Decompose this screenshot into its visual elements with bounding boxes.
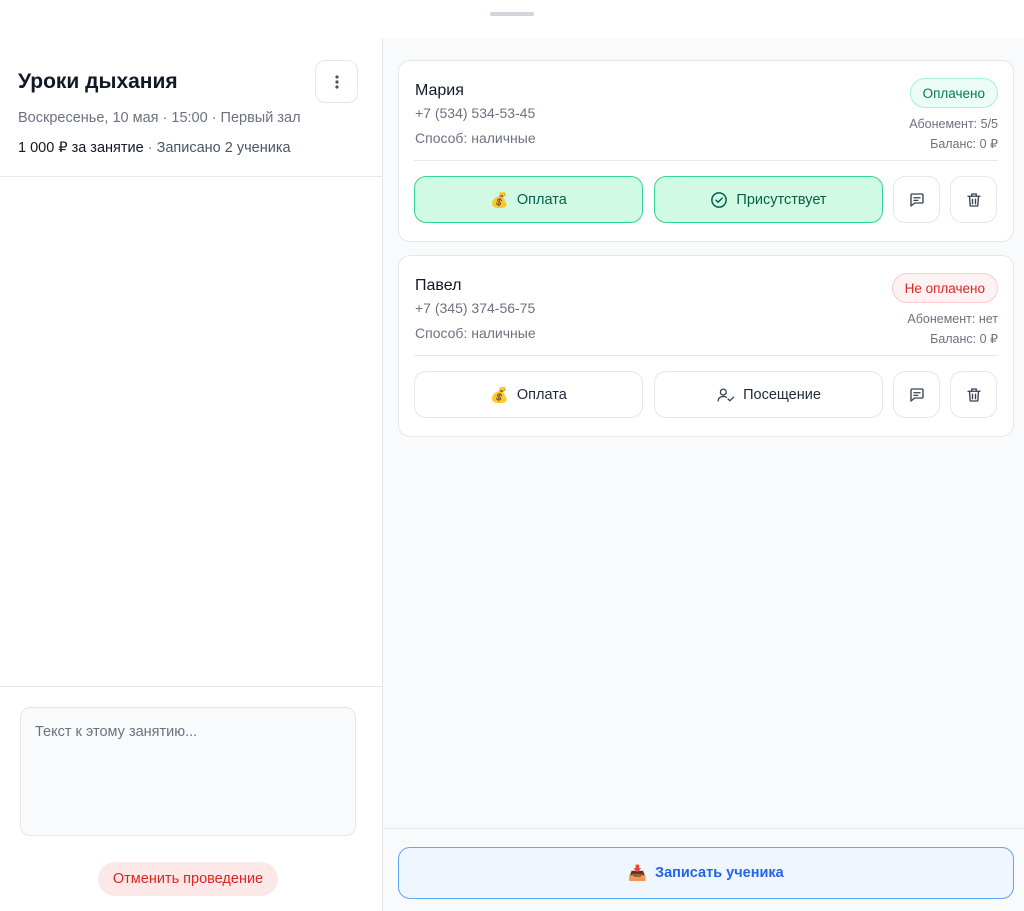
check-circle-icon <box>711 191 728 208</box>
enroll-student-label: Записать ученика <box>654 865 784 881</box>
lesson-price: 1 000 ₽ за занятие <box>18 140 144 156</box>
delete-button[interactable] <box>950 371 997 418</box>
more-options-button[interactable] <box>315 60 358 103</box>
balance-info: Баланс: 0 ₽ <box>930 137 998 151</box>
subscription-info: Абонемент: нет <box>907 312 998 326</box>
comment-button[interactable] <box>893 371 940 418</box>
subscription-info: Абонемент: 5/5 <box>909 117 998 131</box>
money-bag-icon: 💰 <box>490 190 509 209</box>
payment-method: Способ: наличные <box>415 325 536 341</box>
lesson-note-input[interactable] <box>20 707 356 836</box>
attendance-button[interactable]: Посещение <box>654 371 883 418</box>
lesson-title: Уроки дыхания <box>18 70 178 93</box>
more-vertical-icon <box>334 74 339 89</box>
attendance-button-label: Присутствует <box>736 191 827 208</box>
lesson-panel: Уроки дыхания Воскресенье, 10 мая · 15:0… <box>0 38 383 911</box>
students-panel: Мария +7 (534) 534-53-45 Способ: наличны… <box>383 38 1024 911</box>
trash-icon <box>966 387 981 402</box>
students-footer: 📥 Записать ученика <box>383 828 1024 911</box>
status-badge: Оплачено <box>909 78 998 108</box>
payment-button[interactable]: 💰 Оплата <box>414 176 643 223</box>
student-name: Павел <box>415 277 462 294</box>
cancel-lesson-button[interactable]: Отменить проведение <box>98 862 278 896</box>
lesson-meta: Воскресенье, 10 мая · 15:00 · Первый зал <box>18 110 301 126</box>
payment-button-label: Оплата <box>516 386 567 403</box>
payment-method: Способ: наличные <box>415 130 536 146</box>
money-bag-icon: 💰 <box>490 385 509 404</box>
drag-handle[interactable] <box>490 12 534 16</box>
lesson-summary: 1 000 ₽ за занятие · Записано 2 ученика <box>18 140 291 156</box>
enrolled-count: Записано 2 ученика <box>156 140 291 156</box>
student-name: Мария <box>415 82 464 99</box>
delete-button[interactable] <box>950 176 997 223</box>
student-phone: +7 (345) 374-56-75 <box>415 300 536 316</box>
payment-button[interactable]: 💰 Оплата <box>414 371 643 418</box>
lesson-header: Уроки дыхания Воскресенье, 10 мая · 15:0… <box>0 38 382 177</box>
comment-button[interactable] <box>893 176 940 223</box>
attendance-button-label: Посещение <box>743 386 821 403</box>
trash-icon <box>966 192 981 207</box>
status-badge: Не оплачено <box>891 273 998 303</box>
balance-info: Баланс: 0 ₽ <box>930 332 998 346</box>
payment-button-label: Оплата <box>516 191 567 208</box>
student-card: Мария +7 (534) 534-53-45 Способ: наличны… <box>398 60 1014 242</box>
card-divider <box>414 160 998 161</box>
enroll-student-button[interactable]: 📥 Записать ученика <box>398 847 1014 899</box>
student-phone: +7 (534) 534-53-45 <box>415 105 536 121</box>
message-icon <box>909 192 924 207</box>
attendance-button[interactable]: Присутствует <box>654 176 883 223</box>
student-card: Павел +7 (345) 374-56-75 Способ: наличны… <box>398 255 1014 437</box>
lesson-footer: Отменить проведение <box>0 686 382 911</box>
message-icon <box>909 387 924 402</box>
user-check-icon <box>717 387 735 402</box>
card-divider <box>414 355 998 356</box>
inbox-tray-icon: 📥 <box>628 864 647 882</box>
summary-separator: · <box>143 140 157 156</box>
